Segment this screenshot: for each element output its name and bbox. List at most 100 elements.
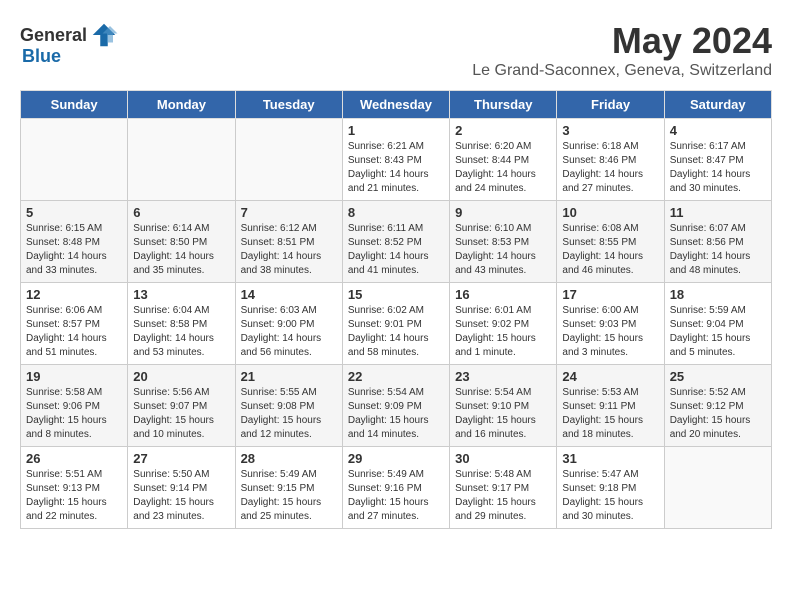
calendar-cell: 17 Sunrise: 6:00 AMSunset: 9:03 PMDayligh… — [557, 283, 664, 365]
date-number: 28 — [241, 451, 337, 466]
cell-sun-info: Sunrise: 6:20 AMSunset: 8:44 PMDaylight:… — [455, 140, 551, 196]
calendar-week-1: 1Sunrise: 6:21 AMSunset: 8:43 PMDaylight… — [21, 119, 772, 201]
calendar-cell: 30 Sunrise: 5:48 AMSunset: 9:17 PMDayligh… — [450, 447, 557, 529]
cell-sun-info: Sunrise: 6:01 AMSunset: 9:02 PMDaylight:… — [455, 304, 551, 360]
date-number: 11 — [670, 205, 766, 220]
calendar-cell: 27Sunrise: 5:50 AMSunset: 9:14 PMDayligh… — [128, 447, 235, 529]
date-number: 21 — [241, 369, 337, 384]
cell-sun-info: Sunrise: 6:02 AMSunset: 9:01 PMDaylight:… — [348, 304, 444, 360]
cell-sun-info: Sunrise: 5:47 AMSunset: 9:18 PMDaylight:… — [562, 468, 658, 524]
date-number: 19 — [26, 369, 122, 384]
date-number: 10 — [562, 205, 658, 220]
date-number: 2 — [455, 123, 551, 138]
calendar-cell: 19Sunrise: 5:58 AMSunset: 9:06 PMDayligh… — [21, 365, 128, 447]
calendar-cell: 4Sunrise: 6:17 AMSunset: 8:47 PMDaylight… — [664, 119, 771, 201]
cell-sun-info: Sunrise: 6:11 AMSunset: 8:52 PMDaylight:… — [348, 222, 444, 278]
calendar-cell: 2 Sunrise: 6:20 AMSunset: 8:44 PMDaylight… — [450, 119, 557, 201]
weekday-header-sunday: Sunday — [21, 91, 128, 119]
calendar-cell: 21 Sunrise: 5:55 AMSunset: 9:08 PMDayligh… — [235, 365, 342, 447]
cell-sun-info: Sunrise: 6:08 AMSunset: 8:55 PMDaylight:… — [562, 222, 658, 278]
weekday-header-monday: Monday — [128, 91, 235, 119]
date-number: 12 — [26, 287, 122, 302]
date-number: 8 — [348, 205, 444, 220]
date-number: 20 — [133, 369, 229, 384]
calendar-week-5: 26 Sunrise: 5:51 AMSunset: 9:13 PMDayligh… — [21, 447, 772, 529]
logo-general-text: General — [20, 25, 87, 46]
calendar-cell: 16 Sunrise: 6:01 AMSunset: 9:02 PMDayligh… — [450, 283, 557, 365]
calendar-cell: 9Sunrise: 6:10 AMSunset: 8:53 PMDaylight… — [450, 201, 557, 283]
cell-sun-info: Sunrise: 5:49 AMSunset: 9:15 PMDaylight:… — [241, 468, 337, 524]
weekday-header-friday: Friday — [557, 91, 664, 119]
calendar-cell — [128, 119, 235, 201]
date-number: 6 — [133, 205, 229, 220]
title-section: May 2024 Le Grand-Saconnex, Geneva, Swit… — [472, 20, 772, 80]
cell-sun-info: Sunrise: 5:49 AMSunset: 9:16 PMDaylight:… — [348, 468, 444, 524]
calendar-cell: 14Sunrise: 6:03 AMSunset: 9:00 PMDayligh… — [235, 283, 342, 365]
calendar-cell: 20 Sunrise: 5:56 AMSunset: 9:07 PMDayligh… — [128, 365, 235, 447]
date-number: 13 — [133, 287, 229, 302]
cell-sun-info: Sunrise: 6:17 AMSunset: 8:47 PMDaylight:… — [670, 140, 766, 196]
date-number: 5 — [26, 205, 122, 220]
calendar-cell — [21, 119, 128, 201]
logo-icon — [89, 20, 119, 50]
calendar-week-2: 5Sunrise: 6:15 AMSunset: 8:48 PMDaylight… — [21, 201, 772, 283]
cell-sun-info: Sunrise: 6:18 AMSunset: 8:46 PMDaylight:… — [562, 140, 658, 196]
cell-sun-info: Sunrise: 6:12 AMSunset: 8:51 PMDaylight:… — [241, 222, 337, 278]
cell-sun-info: Sunrise: 5:56 AMSunset: 9:07 PMDaylight:… — [133, 386, 229, 442]
weekday-header-saturday: Saturday — [664, 91, 771, 119]
cell-sun-info: Sunrise: 6:10 AMSunset: 8:53 PMDaylight:… — [455, 222, 551, 278]
date-number: 22 — [348, 369, 444, 384]
calendar-cell: 28 Sunrise: 5:49 AMSunset: 9:15 PMDayligh… — [235, 447, 342, 529]
cell-sun-info: Sunrise: 6:03 AMSunset: 9:00 PMDaylight:… — [241, 304, 337, 360]
calendar-cell: 12 Sunrise: 6:06 AMSunset: 8:57 PMDayligh… — [21, 283, 128, 365]
calendar-cell: 10 Sunrise: 6:08 AMSunset: 8:55 PMDayligh… — [557, 201, 664, 283]
weekday-header-wednesday: Wednesday — [342, 91, 449, 119]
calendar-cell: 8 Sunrise: 6:11 AMSunset: 8:52 PMDaylight… — [342, 201, 449, 283]
date-number: 16 — [455, 287, 551, 302]
cell-sun-info: Sunrise: 5:48 AMSunset: 9:17 PMDaylight:… — [455, 468, 551, 524]
date-number: 31 — [562, 451, 658, 466]
location-subtitle: Le Grand-Saconnex, Geneva, Switzerland — [472, 62, 772, 80]
date-number: 1 — [348, 123, 444, 138]
calendar-cell: 1Sunrise: 6:21 AMSunset: 8:43 PMDaylight… — [342, 119, 449, 201]
logo-blue-text: Blue — [22, 46, 61, 67]
cell-sun-info: Sunrise: 5:54 AMSunset: 9:10 PMDaylight:… — [455, 386, 551, 442]
cell-sun-info: Sunrise: 5:55 AMSunset: 9:08 PMDaylight:… — [241, 386, 337, 442]
date-number: 23 — [455, 369, 551, 384]
cell-sun-info: Sunrise: 5:54 AMSunset: 9:09 PMDaylight:… — [348, 386, 444, 442]
calendar-cell: 23 Sunrise: 5:54 AMSunset: 9:10 PMDayligh… — [450, 365, 557, 447]
calendar-cell: 15Sunrise: 6:02 AMSunset: 9:01 PMDayligh… — [342, 283, 449, 365]
cell-sun-info: Sunrise: 6:06 AMSunset: 8:57 PMDaylight:… — [26, 304, 122, 360]
date-number: 7 — [241, 205, 337, 220]
weekday-header-row: SundayMondayTuesdayWednesdayThursdayFrid… — [21, 91, 772, 119]
cell-sun-info: Sunrise: 6:14 AMSunset: 8:50 PMDaylight:… — [133, 222, 229, 278]
cell-sun-info: Sunrise: 5:52 AMSunset: 9:12 PMDaylight:… — [670, 386, 766, 442]
date-number: 17 — [562, 287, 658, 302]
date-number: 24 — [562, 369, 658, 384]
calendar-cell: 22 Sunrise: 5:54 AMSunset: 9:09 PMDayligh… — [342, 365, 449, 447]
calendar-cell: 31 Sunrise: 5:47 AMSunset: 9:18 PMDayligh… — [557, 447, 664, 529]
cell-sun-info: Sunrise: 6:00 AMSunset: 9:03 PMDaylight:… — [562, 304, 658, 360]
calendar-cell: 25 Sunrise: 5:52 AMSunset: 9:12 PMDayligh… — [664, 365, 771, 447]
calendar-cell: 13Sunrise: 6:04 AMSunset: 8:58 PMDayligh… — [128, 283, 235, 365]
date-number: 25 — [670, 369, 766, 384]
calendar-cell: 24 Sunrise: 5:53 AMSunset: 9:11 PMDayligh… — [557, 365, 664, 447]
date-number: 3 — [562, 123, 658, 138]
calendar-week-3: 12 Sunrise: 6:06 AMSunset: 8:57 PMDayligh… — [21, 283, 772, 365]
cell-sun-info: Sunrise: 5:53 AMSunset: 9:11 PMDaylight:… — [562, 386, 658, 442]
date-number: 26 — [26, 451, 122, 466]
calendar-body: 1Sunrise: 6:21 AMSunset: 8:43 PMDaylight… — [21, 119, 772, 529]
logo: General Blue — [20, 20, 119, 67]
calendar-cell: 6 Sunrise: 6:14 AMSunset: 8:50 PMDaylight… — [128, 201, 235, 283]
weekday-header-thursday: Thursday — [450, 91, 557, 119]
cell-sun-info: Sunrise: 5:59 AMSunset: 9:04 PMDaylight:… — [670, 304, 766, 360]
weekday-header-tuesday: Tuesday — [235, 91, 342, 119]
cell-sun-info: Sunrise: 5:51 AMSunset: 9:13 PMDaylight:… — [26, 468, 122, 524]
calendar-cell: 29 Sunrise: 5:49 AMSunset: 9:16 PMDayligh… — [342, 447, 449, 529]
page-header: General Blue May 2024 Le Grand-Saconnex,… — [20, 20, 772, 80]
date-number: 30 — [455, 451, 551, 466]
calendar-cell — [235, 119, 342, 201]
date-number: 29 — [348, 451, 444, 466]
calendar-cell: 3 Sunrise: 6:18 AMSunset: 8:46 PMDaylight… — [557, 119, 664, 201]
calendar-week-4: 19Sunrise: 5:58 AMSunset: 9:06 PMDayligh… — [21, 365, 772, 447]
